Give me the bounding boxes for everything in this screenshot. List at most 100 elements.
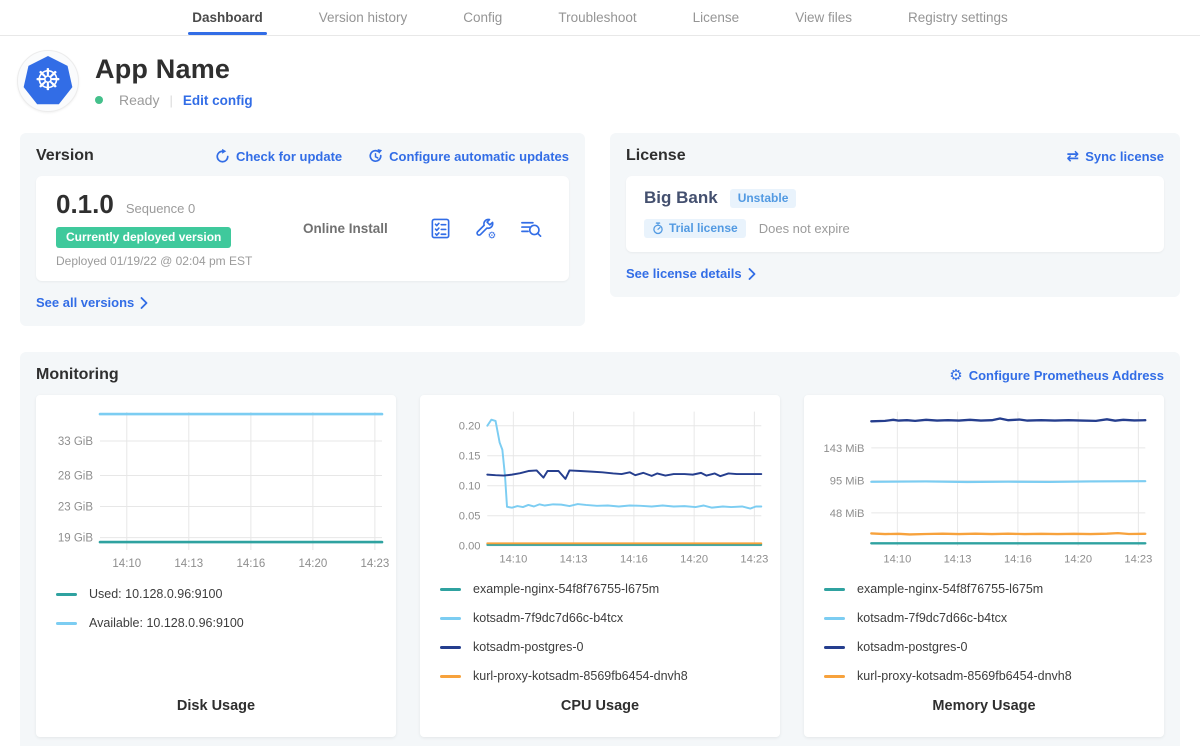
version-card: Version Check for update Configure au [20,133,585,326]
legend-label: Used: 10.128.0.96:9100 [89,587,222,601]
legend-label: kotsadm-7f9dc7d66c-b4tcx [857,611,1007,625]
legend-label: kotsadm-postgres-0 [857,640,967,654]
license-heading: License [626,147,686,165]
svg-text:48 MiB: 48 MiB [830,508,865,520]
disk-usage-chart: 14:1014:1314:1614:2014:2333 GiB28 GiB23 … [36,400,396,576]
tab-troubleshoot[interactable]: Troubleshoot [558,0,636,35]
version-heading: Version [36,147,94,165]
legend-dash-icon [440,646,461,649]
refresh-icon [215,149,230,164]
chart-title: CPU Usage [420,698,780,737]
legend-item: Available: 10.128.0.96:9100 [56,616,396,630]
disk-usage-chart-card: 14:1014:1314:1614:2014:2333 GiB28 GiB23 … [36,395,396,737]
memory-usage-chart-card: 14:1014:1314:1614:2014:23143 MiB95 MiB48… [804,395,1164,737]
sync-icon: ⇄ [1067,149,1080,164]
monitoring-section: Monitoring ⚙ Configure Prometheus Addres… [20,352,1180,746]
sequence-label: Sequence 0 [126,201,195,216]
cpu-usage-chart-card: 14:1014:1314:1614:2014:230.200.150.100.0… [420,395,780,737]
sync-license-link[interactable]: ⇄ Sync license [1067,149,1164,164]
configure-prometheus-link[interactable]: ⚙ Configure Prometheus Address [949,368,1164,383]
svg-text:14:16: 14:16 [237,558,266,570]
legend-label: kurl-proxy-kotsadm-8569fb6454-dnvh8 [857,669,1072,683]
svg-text:14:13: 14:13 [174,558,203,570]
svg-text:14:10: 14:10 [499,553,527,565]
svg-text:14:16: 14:16 [1004,553,1032,565]
svg-text:14:20: 14:20 [680,553,708,565]
svg-text:14:23: 14:23 [1124,553,1152,565]
cpu-usage-chart: 14:1014:1314:1614:2014:230.200.150.100.0… [420,400,780,571]
legend-dash-icon [824,588,845,591]
legend-item: kurl-proxy-kotsadm-8569fb6454-dnvh8 [824,669,1164,683]
svg-text:0.15: 0.15 [459,451,481,463]
svg-text:14:10: 14:10 [112,558,141,570]
svg-text:0.05: 0.05 [459,511,481,523]
deployed-badge: Currently deployed version [56,227,231,248]
gear-icon: ⚙ [949,368,962,383]
legend-item: example-nginx-54f8f76755-l675m [824,582,1164,596]
app-logo: ☸ [17,50,79,112]
configure-auto-updates-link[interactable]: Configure automatic updates [368,149,569,164]
license-card: License ⇄ Sync license Big Bank Unstable [610,133,1180,297]
legend-item: Used: 10.128.0.96:9100 [56,587,396,601]
channel-badge: Unstable [730,189,797,208]
current-version-card: 0.1.0 Sequence 0 Currently deployed vers… [36,176,569,281]
view-logs-icon[interactable] [519,217,543,240]
trial-license-badge: Trial license [644,219,746,238]
stopwatch-icon [652,222,664,235]
preflight-checklist-icon[interactable] [429,217,452,240]
legend-item: kotsadm-postgres-0 [824,640,1164,654]
svg-text:14:16: 14:16 [620,553,648,565]
legend-dash-icon [56,593,77,596]
svg-text:143 MiB: 143 MiB [824,443,865,455]
app-header: ☸ App Name Ready | Edit config [0,36,1200,124]
memory-usage-chart: 14:1014:1314:1614:2014:23143 MiB95 MiB48… [804,400,1164,571]
legend-item: kurl-proxy-kotsadm-8569fb6454-dnvh8 [440,669,780,683]
legend-label: example-nginx-54f8f76755-l675m [473,582,659,596]
expiry-text: Does not expire [759,221,850,236]
legend-dash-icon [440,675,461,678]
legend-label: kotsadm-postgres-0 [473,640,583,654]
license-details-card: Big Bank Unstable Trial license Does not… [626,176,1164,252]
svg-text:14:20: 14:20 [299,558,328,570]
top-navigation: Dashboard Version history Config Trouble… [0,0,1200,36]
legend-label: Available: 10.128.0.96:9100 [89,616,244,630]
svg-text:14:13: 14:13 [944,553,972,565]
tab-license[interactable]: License [693,0,740,35]
kubernetes-icon: ☸ [23,56,73,106]
tab-version-history[interactable]: Version history [319,0,408,35]
cpu-usage-legend: example-nginx-54f8f76755-l675m kotsadm-7f… [420,571,780,698]
tab-config[interactable]: Config [463,0,502,35]
version-number: 0.1.0 [56,189,114,220]
legend-dash-icon [824,675,845,678]
monitoring-heading: Monitoring [36,366,119,384]
see-all-versions-link[interactable]: See all versions [36,295,148,310]
legend-item: example-nginx-54f8f76755-l675m [440,582,780,596]
tab-view-files[interactable]: View files [795,0,852,35]
svg-text:0.10: 0.10 [459,481,481,493]
chevron-right-icon [140,297,148,309]
legend-label: example-nginx-54f8f76755-l675m [857,582,1043,596]
customer-name: Big Bank [644,188,718,208]
svg-text:14:20: 14:20 [1064,553,1092,565]
legend-label: kurl-proxy-kotsadm-8569fb6454-dnvh8 [473,669,688,683]
deployed-timestamp: Deployed 01/19/22 @ 02:04 pm EST [56,254,271,268]
see-license-details-link[interactable]: See license details [626,266,756,281]
svg-text:14:23: 14:23 [361,558,390,570]
legend-label: kotsadm-7f9dc7d66c-b4tcx [473,611,623,625]
tab-dashboard[interactable]: Dashboard [192,0,263,35]
legend-dash-icon [824,646,845,649]
check-for-update-link[interactable]: Check for update [215,149,342,164]
legend-dash-icon [56,622,77,625]
edit-config-link[interactable]: Edit config [183,93,253,108]
config-wrench-icon[interactable]: ⚙ [474,217,497,240]
svg-text:95 MiB: 95 MiB [830,476,865,488]
memory-usage-legend: example-nginx-54f8f76755-l675m kotsadm-7f… [804,571,1164,698]
install-type-label: Online Install [303,221,388,236]
status-dot-icon [95,96,103,104]
page-title: App Name [95,54,253,85]
legend-dash-icon [440,588,461,591]
tab-registry-settings[interactable]: Registry settings [908,0,1008,35]
legend-item: kotsadm-7f9dc7d66c-b4tcx [824,611,1164,625]
legend-dash-icon [440,617,461,620]
disk-usage-legend: Used: 10.128.0.96:9100 Available: 10.128.… [36,576,396,645]
